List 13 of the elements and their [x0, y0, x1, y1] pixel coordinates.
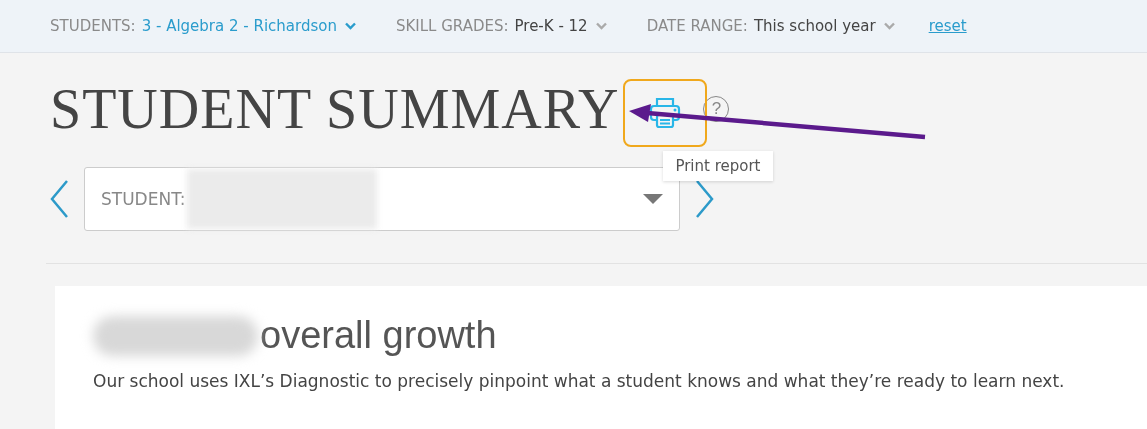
- dropdown-triangle-icon: [643, 194, 663, 204]
- page-title: STUDENT SUMMARY: [50, 77, 620, 141]
- filter-dropdown[interactable]: SKILL GRADES: Pre-K - 12: [395, 17, 607, 35]
- caret-icon: [595, 22, 607, 30]
- filter-dropdown[interactable]: DATE RANGE: This school year: [646, 17, 895, 35]
- caret-icon: [883, 22, 895, 30]
- description-text: Our school uses IXL’s Diagnostic to precisely pinpoint what a student knows and what they’re ready to learn next.: [93, 371, 1066, 391]
- filter-dropdown[interactable]: STUDENTS: 3 - Algebra 2 - Richardson: [50, 17, 356, 35]
- section-heading: overall growth: [260, 314, 497, 357]
- reset-link[interactable]: reset: [928, 17, 967, 35]
- tooltip: Print report: [663, 151, 773, 181]
- caret-icon: [344, 22, 356, 30]
- printer-icon: [648, 96, 683, 130]
